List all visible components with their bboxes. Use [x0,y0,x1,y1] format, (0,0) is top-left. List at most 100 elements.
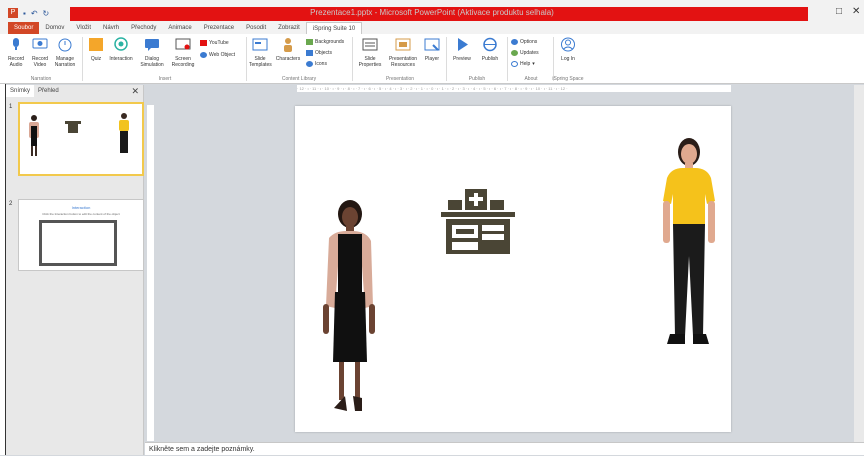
user-icon [561,37,575,52]
ispring-space-group-label: iSpring Space [552,76,584,82]
slide-number: 2 [9,201,13,207]
objects-icon [306,50,313,56]
log-in-button[interactable]: Log In [557,37,579,62]
slide-number: 1 [9,104,13,110]
horizontal-ruler: · 12 · ı · 11 · ı · 10 · ı · 9 · ı · 8 ·… [297,85,731,92]
slide-templates-button[interactable]: Slide Templates [249,37,272,68]
characters-icon [284,38,292,52]
presentation-resources-button[interactable]: Presentation Resources [386,37,420,68]
reception-desk-icon[interactable] [438,186,518,256]
record-audio-button[interactable]: Record Audio [5,37,27,68]
youtube-icon [200,40,207,46]
interaction-button[interactable]: Interaction [107,37,135,62]
save-icon[interactable]: ▪ [23,9,26,18]
objects-button[interactable]: Objects [306,50,332,56]
insert-group-label: Insert [158,76,172,82]
slide-editor: · 12 · ı · 11 · ı · 10 · ı · 9 · ı · 8 ·… [145,85,864,442]
web-object-button[interactable]: Web Object [200,52,235,58]
powerpoint-app-icon[interactable]: P [8,8,18,18]
tab-ispring[interactable]: iSpring Suite 10 [305,22,363,34]
publish-group-label: Publish [468,76,486,82]
ribbon-separator [82,37,83,81]
character-woman-cardigan[interactable] [307,196,381,418]
tab-file[interactable]: Soubor [8,22,40,34]
help-button[interactable]: Help ▾ [511,61,535,67]
youtube-button[interactable]: YouTube [200,40,229,46]
thumbnail-title: Interaction [71,205,91,210]
tab-animations[interactable]: Animace [162,22,197,34]
web-object-icon [200,52,207,58]
screen-recording-icon [175,38,191,50]
slide-properties-icon [362,38,378,51]
slide-thumbnail-preview [29,113,129,156]
chevron-down-icon: ▾ [532,61,535,67]
backgrounds-button[interactable]: Backgrounds [306,39,344,45]
quiz-button[interactable]: Quiz [86,37,106,62]
presentation-group-label: Presentation [385,76,415,82]
thumbnail-subtitle: Click the Interaction button to edit the… [42,212,120,216]
backgrounds-icon [306,39,313,45]
webcam-icon [32,38,48,49]
tab-design[interactable]: Návrh [97,22,125,34]
record-video-button[interactable]: Record Video [29,37,51,68]
vertical-ruler [147,105,154,441]
slide-properties-button[interactable]: Slide Properties [356,37,384,68]
help-icon [511,61,518,67]
quiz-icon [89,38,103,51]
tab-insert[interactable]: Vložit [70,22,97,34]
close-panel-icon[interactable]: ✕ [131,85,139,97]
ribbon: Record Audio Record Video Manage Narrati… [0,34,864,84]
resources-icon [395,38,411,51]
tab-home[interactable]: Domov [39,22,70,34]
globe-icon [483,37,497,52]
player-icon [424,38,440,51]
dialog-icon [145,39,159,51]
stopwatch-icon [58,38,72,52]
tab-outline[interactable]: Přehled [34,85,63,97]
tab-slides[interactable]: Snímky [6,85,35,97]
ribbon-tabs: Soubor Domov Vložit Návrh Přechody Anima… [0,22,864,34]
slide-panel: Snímky Přehled ✕ 1 2 Interaction Click t… [6,85,144,455]
preview-button[interactable]: Preview [450,37,474,62]
dialog-simulation-button[interactable]: Dialog Simulation [138,37,166,68]
play-icon [458,38,468,51]
options-button[interactable]: Options [511,39,537,45]
tab-view[interactable]: Zobrazit [272,22,306,34]
microphone-icon [13,38,19,50]
window-title: Prezentace1.pptx - Microsoft PowerPoint … [310,8,554,17]
tab-review[interactable]: Posodit [240,22,272,34]
ribbon-separator [246,37,247,81]
ribbon-separator [507,37,508,81]
ribbon-separator [553,37,554,81]
undo-icon[interactable]: ↶ [31,9,38,18]
quick-access-toolbar: P ▪ ↶ ↻ [8,8,49,18]
icons-button[interactable]: Icons [306,61,327,67]
close-button[interactable]: ✕ [852,6,860,17]
slide-canvas[interactable] [295,106,731,432]
tab-slideshow[interactable]: Prezentace [198,22,240,34]
about-group-label: About [524,76,538,82]
slide-thumbnail-1[interactable] [18,102,144,176]
tab-transitions[interactable]: Přechody [125,22,162,34]
slide-templates-icon [252,38,268,51]
refresh-icon [511,50,518,56]
character-woman-yellow-shirt[interactable] [653,136,725,358]
restore-button[interactable]: □ [836,6,842,17]
player-button[interactable]: Player [422,37,442,62]
ribbon-separator [446,37,447,81]
redo-icon[interactable]: ↻ [43,9,50,18]
slide-panel-tabs: Snímky Přehled [6,85,144,97]
title-bar: Prezentace1.pptx - Microsoft PowerPoint … [0,0,864,22]
content-library-group-label: Content Library [281,76,317,82]
manage-narration-button[interactable]: Manage Narration [53,37,77,68]
vertical-scrollbar[interactable] [854,85,864,442]
gear-icon [511,39,518,45]
publish-button[interactable]: Publish [478,37,502,62]
notes-pane[interactable]: Klikněte sem a zadejte poznámky. [145,442,864,455]
narration-group-label: Narration [30,76,52,82]
slide-thumbnail-2[interactable]: Interaction Click the Interaction button… [18,199,144,271]
ribbon-separator [352,37,353,81]
updates-button[interactable]: Updates [511,50,539,56]
screen-recording-button[interactable]: Screen Recording [168,37,198,68]
characters-button[interactable]: Characters [273,37,303,62]
